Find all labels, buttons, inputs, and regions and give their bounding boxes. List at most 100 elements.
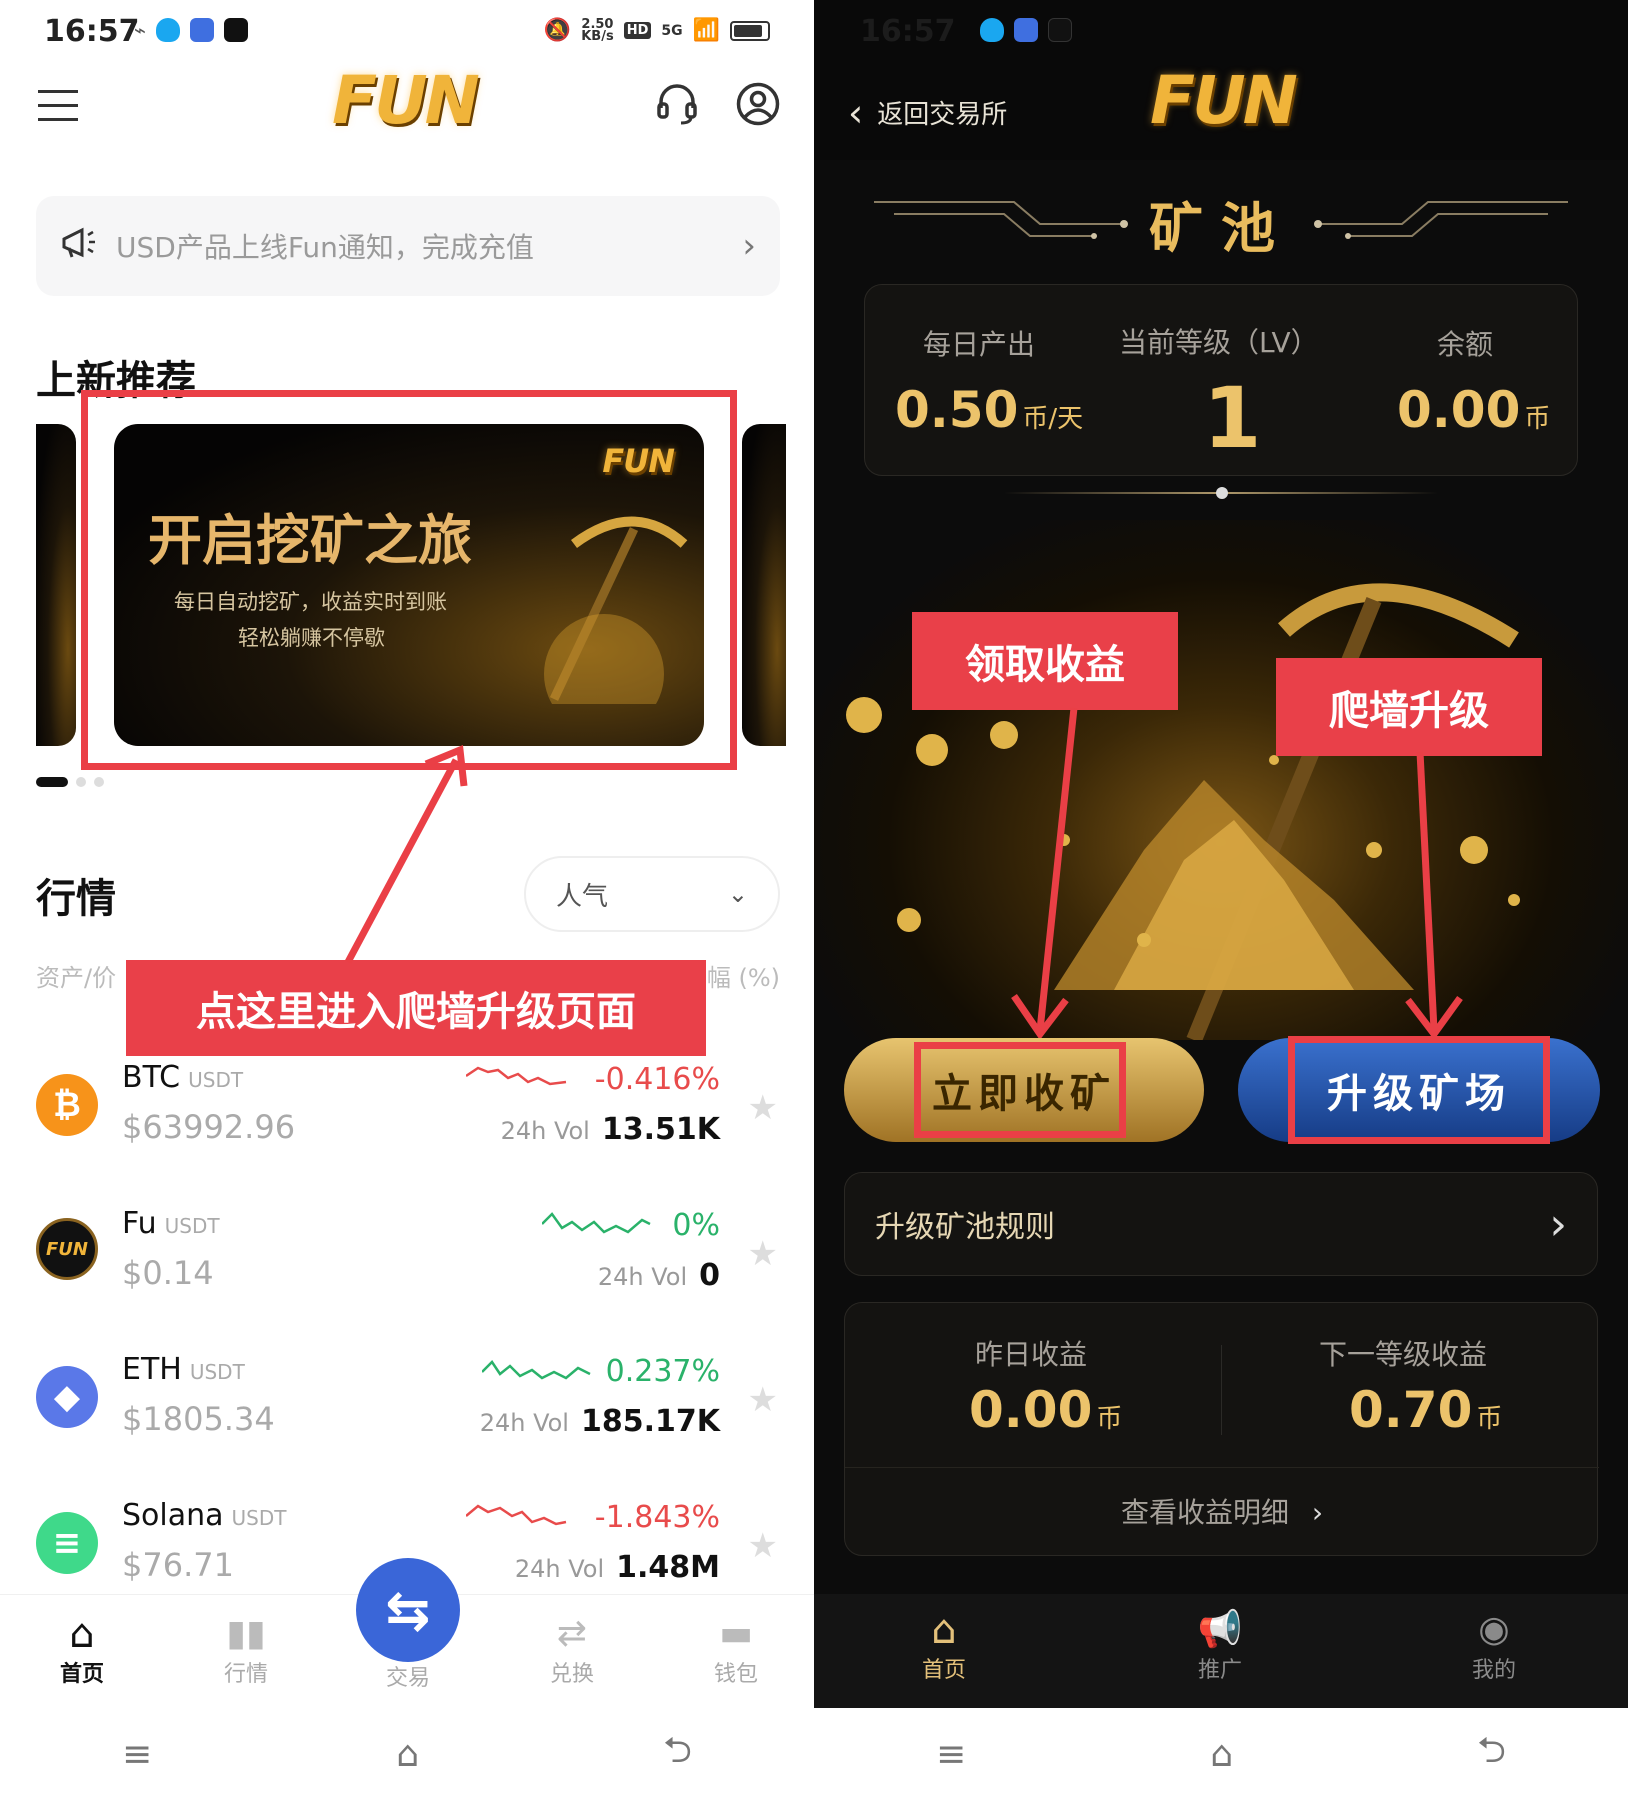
tab-exchange[interactable]: ⇄ 兑换 <box>512 1612 632 1688</box>
favorite-star-icon[interactable]: ★ <box>748 1380 778 1420</box>
net-speed-unit: KB/s <box>581 28 614 44</box>
favorite-star-icon[interactable]: ★ <box>748 1234 778 1274</box>
home-nav-icon[interactable]: ⌂ <box>396 1734 419 1775</box>
back-to-exchange[interactable]: ‹ 返回交易所 <box>848 94 1007 132</box>
sort-dropdown[interactable]: 人气 ⌄ <box>524 856 780 932</box>
tab-label: 我的 <box>1471 1658 1516 1683</box>
chevron-right-icon: › <box>742 226 756 266</box>
tab-label: 首页 <box>921 1658 966 1683</box>
vol-label: 24h Vol <box>514 1555 605 1583</box>
battery-icon <box>730 20 770 41</box>
chevron-down-icon: ⌄ <box>727 880 748 908</box>
tab-label: 首页 <box>59 1662 104 1687</box>
chevron-right-icon: › <box>1311 1496 1324 1529</box>
daily-output-value: 0.50 <box>895 381 1019 439</box>
system-nav-bar: ≡ ⌂ ⮌ <box>0 1708 814 1800</box>
income-divider <box>1221 1345 1222 1435</box>
coin-price: $0.14 <box>122 1254 214 1292</box>
tab-label: 交易 <box>385 1666 430 1691</box>
annotation-label-enter-upgrade: 点这里进入爬墙升级页面 <box>126 960 706 1056</box>
next-level-income-unit: 币 <box>1476 1404 1503 1434</box>
eth-icon: ◆ <box>36 1366 98 1428</box>
sparkline-btc <box>466 1066 567 1086</box>
tab-label: 钱包 <box>713 1662 758 1687</box>
announcement-bar[interactable]: USD产品上线Fun通知，完成充值 › <box>36 196 780 296</box>
bar-chart-icon: ▮▮ <box>226 1613 266 1654</box>
annotation-box-collect <box>914 1042 1126 1138</box>
coin-quote: USDT <box>189 1360 245 1384</box>
fun-logo: FUN <box>332 62 480 139</box>
solana-icon: ≡ <box>36 1512 98 1574</box>
support-headset-icon[interactable] <box>656 82 698 130</box>
back-nav-icon[interactable]: ⮌ <box>663 1724 692 1785</box>
annotation-box-upgrade <box>1288 1036 1550 1144</box>
favorite-star-icon[interactable]: ★ <box>748 1526 778 1566</box>
back-nav-icon[interactable]: ⮌ <box>1477 1724 1506 1785</box>
market-row-btc[interactable]: ₿ BTC USDT $63992.96 -0.416% 24h Vol 13.51… <box>0 1050 814 1196</box>
status-time: 16:57 <box>860 14 956 49</box>
fu-icon: FUN <box>36 1218 98 1280</box>
home-nav-icon[interactable]: ⌂ <box>1210 1734 1233 1775</box>
coin-change: -0.416% <box>594 1062 720 1097</box>
upgrade-rules-row[interactable]: 升级矿池规则 › <box>844 1172 1598 1276</box>
coin-name: BTC <box>122 1060 181 1095</box>
coin-quote: USDT <box>188 1068 244 1092</box>
sparkline-fu <box>542 1212 651 1234</box>
user-profile-icon[interactable] <box>736 82 780 130</box>
recent-apps-icon[interactable]: ≡ <box>936 1734 966 1775</box>
balance-unit: 币 <box>1524 404 1551 434</box>
signal-5g-icon: 5G <box>661 22 683 39</box>
coin-name: Solana <box>122 1498 224 1533</box>
sparkline-eth <box>482 1360 591 1380</box>
carousel-dots <box>36 777 104 787</box>
coin-price: $63992.96 <box>122 1108 296 1146</box>
market-row-fu[interactable]: FUN Fu USDT $0.14 0% 24h Vol 0 ★ <box>0 1196 814 1342</box>
baidu-icon <box>1014 18 1038 42</box>
vol-label: 24h Vol <box>479 1409 569 1437</box>
col-change-header: 幅 (%) <box>706 964 780 992</box>
wallet-icon: ▬ <box>718 1613 753 1654</box>
tab-mine[interactable]: ◉ 我的 <box>1434 1608 1554 1684</box>
coin-price: $1805.34 <box>122 1400 275 1438</box>
col-asset-header: 资产/价 <box>36 964 117 992</box>
hd-icon: HD <box>623 22 652 39</box>
tab-wallet[interactable]: ▬ 钱包 <box>676 1612 796 1688</box>
annotation-label-claim: 领取收益 <box>912 612 1178 710</box>
system-status-icons: 🔕 2.50 KB/s HD 5G 📶 <box>544 18 770 43</box>
carousel-dot-active <box>36 777 68 787</box>
mute-icon: 🔕 <box>543 18 572 43</box>
coin-change: -1.843% <box>594 1500 720 1535</box>
level-value: 1 <box>1203 369 1262 467</box>
carousel-dot <box>94 777 104 787</box>
vol-label: 24h Vol <box>500 1117 590 1145</box>
coin-quote: USDT <box>164 1214 220 1238</box>
coin-change: 0% <box>672 1208 720 1243</box>
tab-market[interactable]: ▮▮ 行情 <box>186 1612 306 1688</box>
megaphone-icon: 📢 <box>1197 1609 1243 1650</box>
tab-home[interactable]: ⌂ 首页 <box>884 1608 1004 1684</box>
exchange-icon: ⇄ <box>556 1613 588 1654</box>
qq-icon <box>980 18 1004 42</box>
recent-apps-icon[interactable]: ≡ <box>122 1734 152 1775</box>
prev-banner-card[interactable] <box>36 424 76 746</box>
menu-icon[interactable] <box>38 90 78 121</box>
status-time: 16:57 <box>44 14 140 49</box>
left-home-screen: 16:57 ⌁ 🔕 2.50 KB/s HD 5G 📶 FUN USD产品上线Fu… <box>0 0 814 1800</box>
tab-trade-label[interactable]: 交易 <box>348 1660 468 1692</box>
next-banner-card[interactable] <box>742 424 786 746</box>
notification-icons <box>980 18 1072 42</box>
market-row-eth[interactable]: ◆ ETH USDT $1805.34 0.237% 24h Vol 185.17K… <box>0 1342 814 1488</box>
right-mining-pool-screen: 16:57 ‹ 返回交易所 FUN 矿池 每日产出 0.50 币/天 当前等级（L… <box>814 0 1628 1800</box>
pool-title: 矿池 <box>1149 197 1293 260</box>
sort-dropdown-value: 人气 <box>556 881 609 912</box>
annotation-arrows-icon <box>1011 707 1463 1040</box>
tab-label: 推广 <box>1197 1658 1242 1683</box>
income-detail-link[interactable]: 查看收益明细 › <box>845 1491 1599 1531</box>
tiktok-icon <box>224 18 249 42</box>
tab-promote[interactable]: 📢 推广 <box>1160 1608 1280 1684</box>
qq-icon <box>156 18 181 42</box>
trade-swap-button[interactable]: ⇆ <box>356 1558 460 1662</box>
tab-home[interactable]: ⌂ 首页 <box>22 1612 142 1688</box>
favorite-star-icon[interactable]: ★ <box>748 1088 778 1128</box>
annotation-arrow-icon <box>344 744 468 964</box>
